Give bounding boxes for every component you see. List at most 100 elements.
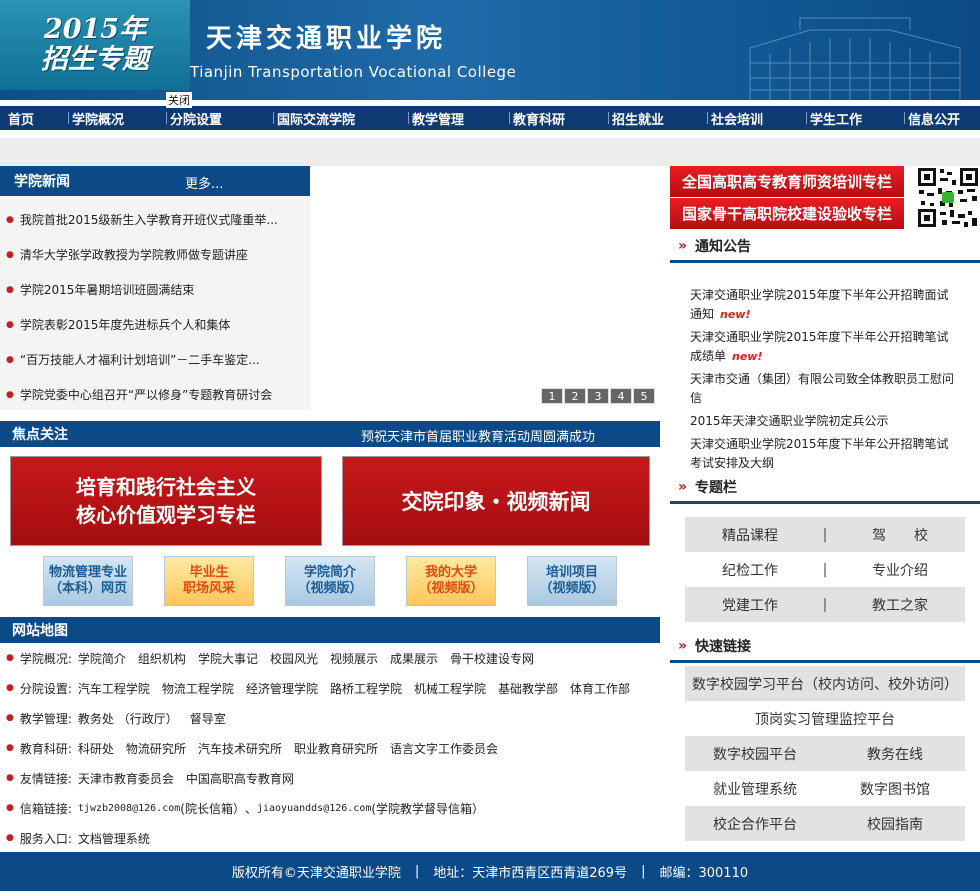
news-item[interactable]: ● 我院首批2015级新生入学教育开班仪式隆重举...: [0, 202, 310, 237]
news-item[interactable]: ● 学院党委中心组召开“严以修身”专题教育研讨会: [0, 377, 310, 412]
slider-page-button[interactable]: 1: [541, 388, 563, 404]
footer-address: 地址：天津市西青区西青道269号: [433, 866, 628, 881]
news-item[interactable]: ● “百万技能人才福利计划培训”－二手车鉴定...: [0, 342, 310, 377]
sitemap-link[interactable]: 督导室: [190, 710, 226, 727]
nav-item-6[interactable]: 招生就业: [612, 109, 664, 128]
quick-link[interactable]: 教务在线: [825, 744, 965, 764]
sitemap-row-label: 教育科研:: [19, 741, 72, 756]
admission-promo-banner[interactable]: 2015年 招生专题: [0, 0, 190, 90]
focus-button[interactable]: 培训项目 （视频版）: [527, 556, 617, 606]
quick-link[interactable]: 就业管理系统: [685, 779, 825, 799]
backbone-college-banner[interactable]: 国家骨干高职院校建设验收专栏: [670, 198, 904, 229]
quick-link[interactable]: 校企合作平台: [685, 814, 825, 834]
focus-button[interactable]: 学院简介 （视频版）: [285, 556, 375, 606]
focus-marquee-link[interactable]: 预祝天津市首届职业教育活动周圆满成功: [361, 426, 595, 445]
core-values-banner[interactable]: 培育和践行社会主义 核心价值观学习专栏: [10, 456, 322, 546]
footer-postcode: 邮编：300110: [659, 866, 749, 881]
quick-link[interactable]: 顶岗实习管理监控平台: [685, 709, 965, 729]
sitemap-link[interactable]: 中国高职高专教育网: [186, 770, 294, 787]
sitemap-link[interactable]: 校园风光: [270, 650, 318, 667]
sitemap-link[interactable]: 物流工程学院: [162, 680, 234, 697]
close-promo-button[interactable]: 关闭: [166, 92, 192, 108]
notice-item[interactable]: 天津交通职业学院2015年度下半年公开招聘面试通知 new!: [690, 286, 960, 324]
topic-panel: 精品课程 | 驾 校纪检工作 | 专业介绍 党建工作 | 教工之家: [670, 507, 980, 622]
nav-item-3[interactable]: 国际交流学院: [277, 109, 355, 128]
notice-item[interactable]: 天津市交通（集团）有限公司致全体教职员工慰问信: [690, 370, 960, 408]
sitemap-link[interactable]: 机械工程学院: [414, 680, 486, 697]
notice-item[interactable]: 天津交通职业学院2015年度下半年公开招聘笔试成绩单 new!: [690, 328, 960, 366]
notice-item[interactable]: 2015年天津交通职业学院初定兵公示: [690, 412, 960, 431]
focus-button-line1: 毕业生: [189, 565, 229, 580]
news-item-title: 学院党委中心组召开“严以修身”专题教育研讨会: [19, 388, 273, 402]
nav-divider: [707, 112, 708, 124]
topic-link[interactable]: 专业介绍: [835, 560, 965, 580]
slider-page-button[interactable]: 2: [564, 388, 586, 404]
focus-button[interactable]: 毕业生 职场风采: [164, 556, 254, 606]
nav-item-9[interactable]: 信息公开: [908, 109, 960, 128]
news-item[interactable]: ● 学院表彰2015年度先进标兵个人和集体: [0, 307, 310, 342]
nav-item-0[interactable]: 首页: [8, 109, 34, 128]
sitemap-link[interactable]: 学院简介: [78, 650, 126, 667]
notice-section-title: 通知公告: [695, 238, 752, 255]
topic-link[interactable]: 党建工作: [685, 595, 815, 615]
news-more-link[interactable]: 更多...: [185, 173, 223, 192]
bullet-icon: ●: [6, 743, 14, 753]
sitemap-link[interactable]: 基础教学部: [498, 680, 558, 697]
sitemap-link[interactable]: 文档管理系统: [78, 830, 150, 847]
sitemap-row: ● 信箱链接: tjwzb2008@126.com (院长信箱）、 jiaoyuandd…: [0, 793, 660, 823]
topic-link[interactable]: 纪检工作: [685, 560, 815, 580]
topic-link[interactable]: 教工之家: [835, 595, 965, 615]
quick-link-row: 顶岗实习管理监控平台: [685, 701, 965, 736]
quick-link-row: 数字校园学习平台（校内访问、校外访问）: [685, 666, 965, 701]
sitemap-link[interactable]: 物流研究所: [126, 740, 186, 757]
sitemap-link[interactable]: 科研处: [78, 740, 114, 757]
news-image-slider[interactable]: [310, 166, 660, 410]
topic-link[interactable]: 驾 校: [835, 525, 965, 545]
supervision-email-link[interactable]: jiaoyuandds@126.com: [257, 803, 371, 814]
news-section-title: 学院新闻: [14, 174, 70, 190]
nav-item-7[interactable]: 社会培训: [711, 109, 763, 128]
focus-button[interactable]: 物流管理专业 （本科）网页: [43, 556, 133, 606]
quick-link[interactable]: 校园指南: [825, 814, 965, 834]
nav-item-2[interactable]: 分院设置: [170, 109, 222, 128]
principal-email-link[interactable]: tjwzb2008@126.com: [78, 803, 180, 814]
sitemap-link[interactable]: 经济管理学院: [246, 680, 318, 697]
bullet-icon: ●: [6, 249, 14, 260]
sitemap-link[interactable]: 汽车技术研究所: [198, 740, 282, 757]
sitemap-link[interactable]: 语言文字工作委员会: [390, 740, 498, 757]
focus-button[interactable]: 我的大学 （视频版）: [406, 556, 496, 606]
nav-item-8[interactable]: 学生工作: [810, 109, 862, 128]
nav-item-1[interactable]: 学院概况: [72, 109, 124, 128]
slider-page-button[interactable]: 3: [587, 388, 609, 404]
sitemap-link[interactable]: 汽车工程学院: [78, 680, 150, 697]
sitemap-link[interactable]: 职业教育研究所: [294, 740, 378, 757]
quick-link-row: 就业管理系统 数字图书馆: [685, 771, 965, 806]
sitemap-link[interactable]: 学院大事记: [198, 650, 258, 667]
quick-link[interactable]: 数字图书馆: [825, 779, 965, 799]
notice-item[interactable]: 天津交通职业学院2015年度下半年公开招聘笔试考试安排及大纲: [690, 435, 960, 471]
email-joiner: 、: [244, 801, 257, 816]
sitemap-link[interactable]: 体育工作部: [570, 680, 630, 697]
sitemap-link[interactable]: 组织机构: [138, 650, 186, 667]
news-item[interactable]: ● 清华大学张学政教授为学院教师做专题讲座: [0, 237, 310, 272]
slider-page-button[interactable]: 4: [610, 388, 632, 404]
quick-link[interactable]: 数字校园学习平台（校内访问、校外访问）: [685, 674, 965, 694]
topic-link[interactable]: 精品课程: [685, 525, 815, 545]
quick-link[interactable]: 数字校园平台: [685, 744, 825, 764]
nav-item-5[interactable]: 教育科研: [513, 109, 565, 128]
sitemap-link[interactable]: 教务处 （行政厅）: [78, 710, 178, 727]
sitemap-link[interactable]: 成果展示: [390, 650, 438, 667]
news-item-title: 清华大学张学政教授为学院教师做专题讲座: [19, 248, 248, 262]
nav-item-4[interactable]: 教学管理: [412, 109, 464, 128]
sitemap-row-label: 分院设置:: [19, 681, 72, 696]
slider-page-button[interactable]: 5: [633, 388, 655, 404]
sitemap-link[interactable]: 视频展示: [330, 650, 378, 667]
sitemap-link[interactable]: 骨干校建设专网: [450, 650, 534, 667]
news-item[interactable]: ● 学院2015年暑期培训班圆满结束: [0, 272, 310, 307]
main-nav: 首页 学院概况 分院设置 国际交流学院 教学管理 教育科研 招生就业 社会培训 学生工作 信息公开: [0, 106, 980, 130]
nav-divider: [408, 112, 409, 124]
video-news-banner[interactable]: 交院印象・视频新闻: [342, 456, 650, 546]
sitemap-link[interactable]: 路桥工程学院: [330, 680, 402, 697]
teacher-training-banner[interactable]: 全国高职高专教育师资培训专栏: [670, 166, 904, 197]
sitemap-link[interactable]: 天津市教育委员会: [78, 770, 174, 787]
